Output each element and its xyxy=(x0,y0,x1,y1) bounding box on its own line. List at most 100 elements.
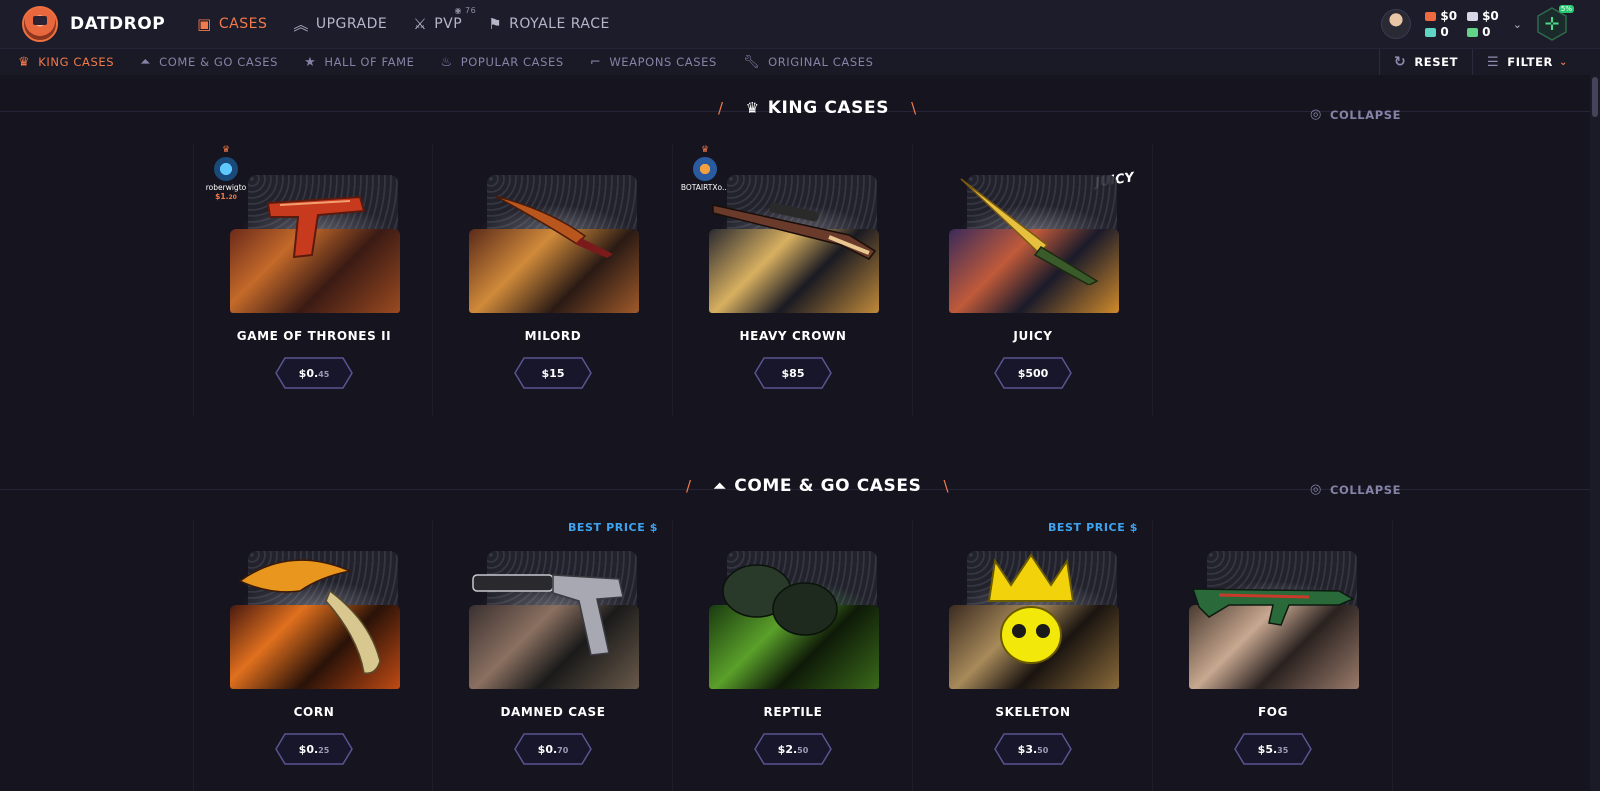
collapse-label: COLLAPSE xyxy=(1329,482,1402,497)
diamonds-balance: 0 xyxy=(1467,25,1499,39)
flame-icon: ♨ xyxy=(440,54,453,70)
case-price-button[interactable]: $0.25 xyxy=(275,733,353,765)
case-price-button[interactable]: $85 xyxy=(754,357,832,389)
crown-icon: ♛ xyxy=(745,99,760,117)
category-label: WEAPONS CASES xyxy=(609,55,717,69)
best-price-badge: BEST PRICE $ xyxy=(567,521,658,534)
site-logo[interactable]: DATDROP xyxy=(22,6,165,42)
section-title-king-cases: / ♛ KING CASES \ xyxy=(718,98,917,118)
case-image xyxy=(709,175,879,313)
scrollbar-thumb[interactable] xyxy=(1592,77,1598,117)
category-weapons-cases[interactable]: ⌐ WEAPONS CASES xyxy=(590,55,717,70)
rifle-icon: ⌐ xyxy=(589,54,602,70)
case-image xyxy=(1189,551,1359,689)
case-price-button[interactable]: $0.70 xyxy=(514,733,592,765)
case-card[interactable]: REPTILE $2.50 xyxy=(673,521,913,791)
case-card[interactable]: BEST PRICE $ SKELETON $3.50 xyxy=(913,521,1153,791)
coin-icon xyxy=(1425,27,1437,37)
eye-off-icon: ◎ xyxy=(1310,482,1322,497)
case-card[interactable]: ♛ roberwigto $1.20 GAME OF THRONES II $0… xyxy=(193,145,433,415)
case-image xyxy=(469,175,639,313)
bayonet-knife-skin-icon xyxy=(960,178,1099,285)
pvp-viewer-count: ◉ 76 xyxy=(454,6,477,15)
case-card[interactable]: ♛ BOTAIRTXo... HEAVY CROWN $85 xyxy=(673,145,913,415)
category-label: COME & GO CASES xyxy=(159,55,279,69)
crossed-swords-icon: ⚔ xyxy=(413,15,428,33)
double-chevron-icon: ⏶ xyxy=(140,54,152,70)
section-title-label: KING CASES xyxy=(767,98,890,118)
pistol-skin-icon xyxy=(266,195,366,259)
case-image xyxy=(230,175,400,313)
filter-label: FILTER xyxy=(1507,55,1554,69)
briefcase-icon: ▣ xyxy=(197,15,212,33)
case-image xyxy=(949,551,1119,689)
case-price-button[interactable]: $3.50 xyxy=(994,733,1072,765)
pistol-icon xyxy=(1467,11,1479,21)
case-name: SKELETON xyxy=(995,705,1071,719)
case-name: GAME OF THRONES II xyxy=(236,329,392,343)
nav-upgrade-label: UPGRADE xyxy=(315,16,388,32)
top-header: DATDROP ▣ CASES ︽ UPGRADE ⚔ PVP ◉ 76 ⚑ R… xyxy=(0,0,1600,48)
case-card[interactable]: CORN $0.25 xyxy=(193,521,433,791)
category-come-and-go-cases[interactable]: ⏶ COME & GO CASES xyxy=(140,55,278,70)
filter-controls: ↻ RESET ☰ FILTER ⌄ xyxy=(1378,49,1600,75)
section-title-label: COME & GO CASES xyxy=(734,476,922,496)
case-name: HEAVY CROWN xyxy=(739,329,847,343)
category-nav: ♛ KING CASES ⏶ COME & GO CASES ★ HALL OF… xyxy=(18,55,900,70)
chevron-down-icon: ⌄ xyxy=(1559,56,1568,68)
gloves-skin-icon xyxy=(722,564,838,636)
crown-icon: ♛ xyxy=(700,145,710,155)
category-label: HALL OF FAME xyxy=(324,55,415,69)
sniper-rifle-skin-icon xyxy=(712,202,877,260)
rifle-skin-icon xyxy=(1191,588,1355,626)
crown-icon: ♛ xyxy=(221,145,231,155)
logo-text: DATDROP xyxy=(70,14,166,34)
category-label: POPULAR CASES xyxy=(460,55,564,69)
case-name: CORN xyxy=(293,705,335,719)
upgrade-chevron-icon: ︽ xyxy=(293,15,309,34)
category-original-cases[interactable]: 🔧︎ ORIGINAL CASES xyxy=(743,55,874,70)
nav-royale-race-label: ROYALE RACE xyxy=(509,16,610,32)
page-scrollbar[interactable] xyxy=(1590,75,1600,791)
nav-royale-race[interactable]: ⚑ ROYALE RACE xyxy=(488,15,610,33)
nav-cases[interactable]: ▣ CASES xyxy=(197,15,267,33)
knife-skin-icon xyxy=(494,195,613,258)
chevron-down-icon[interactable]: ⌄ xyxy=(1513,18,1522,31)
case-name: MILORD xyxy=(524,329,582,343)
filter-button[interactable]: ☰ FILTER ⌄ xyxy=(1472,49,1582,75)
crown-icon: ♛ xyxy=(18,54,31,70)
case-price-button[interactable]: $0.45 xyxy=(275,357,353,389)
deposit-button[interactable]: ✛ 5% xyxy=(1536,5,1574,41)
case-card[interactable]: MILORD $15 xyxy=(433,145,673,415)
nav-upgrade[interactable]: ︽ UPGRADE xyxy=(293,14,387,35)
nav-pvp[interactable]: ⚔ PVP ◉ 76 xyxy=(413,6,475,33)
category-label: ORIGINAL CASES xyxy=(768,55,874,69)
reset-icon: ↻ xyxy=(1393,54,1407,70)
come-and-go-cases-grid: CORN $0.25 BEST PRICE $ DAMNED CASE $0.7… xyxy=(193,521,1393,791)
nav-pvp-label: PVP xyxy=(434,16,463,32)
collapse-button[interactable]: ◎ COLLAPSE xyxy=(1310,482,1401,497)
karambit-knife-skin-icon xyxy=(238,559,381,674)
category-hall-of-fame[interactable]: ★ HALL OF FAME xyxy=(304,55,414,70)
case-price-button[interactable]: $500 xyxy=(994,357,1072,389)
case-name: FOG xyxy=(1257,705,1289,719)
case-price-button[interactable]: $15 xyxy=(514,357,592,389)
case-price-button[interactable]: $2.50 xyxy=(754,733,832,765)
collapse-label: COLLAPSE xyxy=(1329,107,1402,122)
avatar[interactable] xyxy=(1381,9,1412,39)
case-price-button[interactable]: $5.35 xyxy=(1234,733,1312,765)
category-king-cases[interactable]: ♛ KING CASES xyxy=(18,55,114,70)
reset-button[interactable]: ↻ RESET xyxy=(1378,49,1472,75)
case-card[interactable]: BEST PRICE $ DAMNED CASE $0.70 xyxy=(433,521,673,791)
deposit-bonus-badge: 5% xyxy=(1558,5,1574,13)
case-image xyxy=(230,551,400,689)
case-card[interactable]: JUICY JUICY $500 xyxy=(913,145,1153,415)
case-image xyxy=(949,175,1119,313)
category-popular-cases[interactable]: ♨ POPULAR CASES xyxy=(440,55,563,70)
wallet-icon xyxy=(1425,11,1437,21)
case-name: JUICY xyxy=(1013,329,1053,343)
case-card[interactable]: FOG $5.35 xyxy=(1153,521,1393,791)
best-price-badge: BEST PRICE $ xyxy=(1047,521,1138,534)
collapse-button[interactable]: ◎ COLLAPSE xyxy=(1310,107,1401,122)
case-name: REPTILE xyxy=(763,705,823,719)
